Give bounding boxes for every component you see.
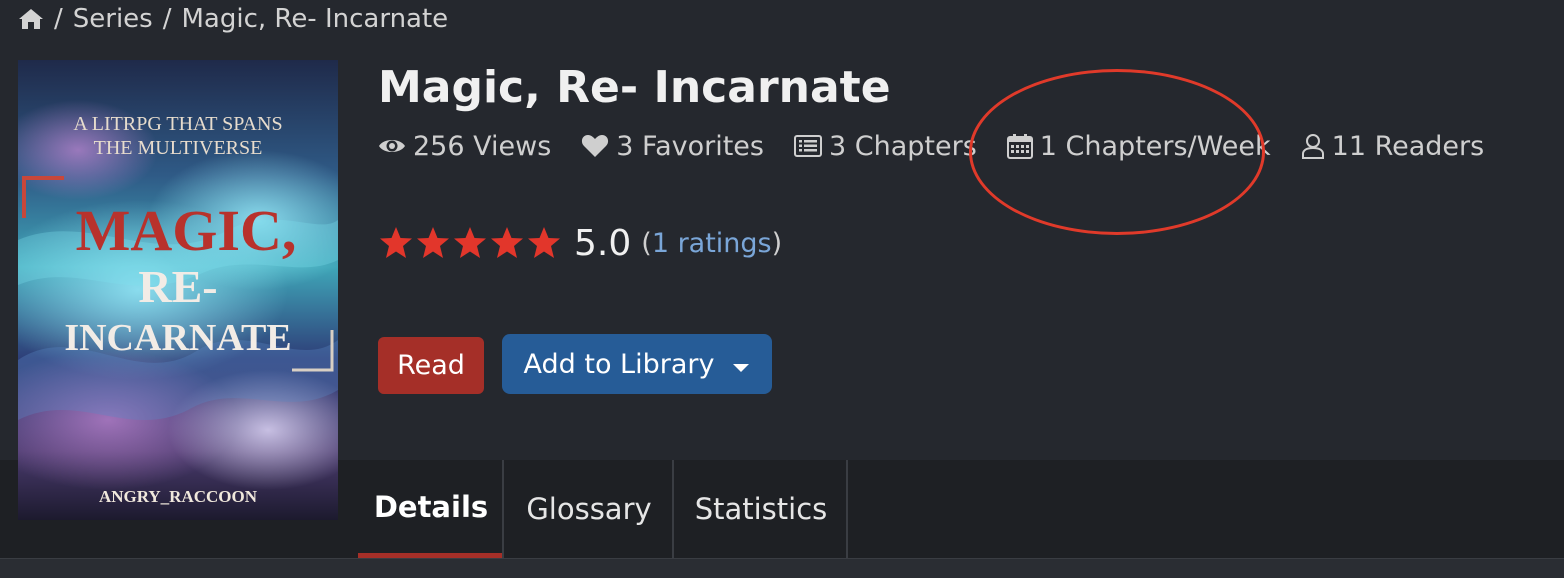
home-icon[interactable] — [18, 7, 44, 31]
star-icon — [378, 226, 414, 260]
cover-tagline-line2: THE MULTIVERSE — [94, 137, 263, 159]
star-icon — [452, 226, 488, 260]
breadcrumb-current: Magic, Re- Incarnate — [181, 4, 449, 34]
tab-divider — [846, 460, 848, 558]
star-rating — [378, 226, 562, 260]
cover-title-line1: MAGIC, — [76, 198, 297, 263]
tab-statistics[interactable]: Statistics — [674, 460, 848, 558]
caret-down-icon — [732, 349, 750, 380]
star-icon — [526, 226, 562, 260]
chapters-label: 3 Chapters — [829, 130, 977, 162]
tab-details[interactable]: Details — [358, 460, 504, 558]
breadcrumb-series-link[interactable]: Series — [73, 4, 153, 34]
list-icon — [794, 135, 822, 157]
breadcrumb: / Series / Magic, Re- Incarnate — [18, 2, 448, 36]
favorites-label: 3 Favorites — [616, 130, 764, 162]
breadcrumb-separator: / — [54, 4, 63, 34]
star-icon — [415, 226, 451, 260]
add-to-library-button[interactable]: Add to Library — [502, 334, 772, 394]
favorites-stat: 3 Favorites — [581, 131, 764, 162]
readers-label: 11 Readers — [1331, 130, 1485, 162]
rating-score: 5.0 — [574, 222, 632, 264]
cover-title-line2: RE- — [138, 261, 217, 312]
series-title: Magic, Re- Incarnate — [378, 62, 891, 113]
cover-tagline-line1: A LITRPG THAT SPANS — [73, 113, 282, 135]
eye-icon — [378, 136, 406, 156]
content-area-edge — [0, 558, 1564, 578]
series-page: / Series / Magic, Re- Incarnate A LITRPG… — [0, 0, 1564, 578]
views-stat: 256 Views — [378, 131, 551, 162]
frequency-label: 1 Chapters/Week — [1039, 130, 1271, 162]
tab-glossary[interactable]: Glossary — [504, 460, 674, 558]
rating: 5.0 (1 ratings) — [378, 220, 782, 266]
ratings-count: (1 ratings) — [641, 228, 782, 259]
heart-icon — [581, 134, 609, 158]
chapters-stat: 3 Chapters — [794, 131, 977, 162]
star-icon — [489, 226, 525, 260]
ratings-close-paren: ) — [771, 227, 783, 259]
frequency-stat: 1 Chapters/Week — [1006, 130, 1271, 162]
calendar-icon — [1006, 133, 1033, 159]
add-to-library-label: Add to Library — [523, 348, 715, 380]
user-icon — [1301, 133, 1325, 159]
series-stats: 256 Views 3 Favorites 3 Chapters 1 Chapt… — [378, 126, 1484, 166]
readers-stat: 11 Readers — [1301, 130, 1485, 162]
ratings-link[interactable]: 1 ratings — [652, 228, 772, 259]
ratings-open-paren: ( — [641, 227, 652, 259]
cover-title-line3: INCARNATE — [64, 317, 291, 359]
read-button-label: Read — [397, 350, 465, 381]
cover-image: A LITRPG THAT SPANS THE MULTIVERSE MAGIC… — [18, 60, 338, 520]
views-label: 256 Views — [413, 130, 552, 162]
read-button[interactable]: Read — [378, 337, 484, 394]
cover-author: ANGRY_RACCOON — [99, 487, 258, 506]
breadcrumb-separator: / — [162, 4, 172, 34]
